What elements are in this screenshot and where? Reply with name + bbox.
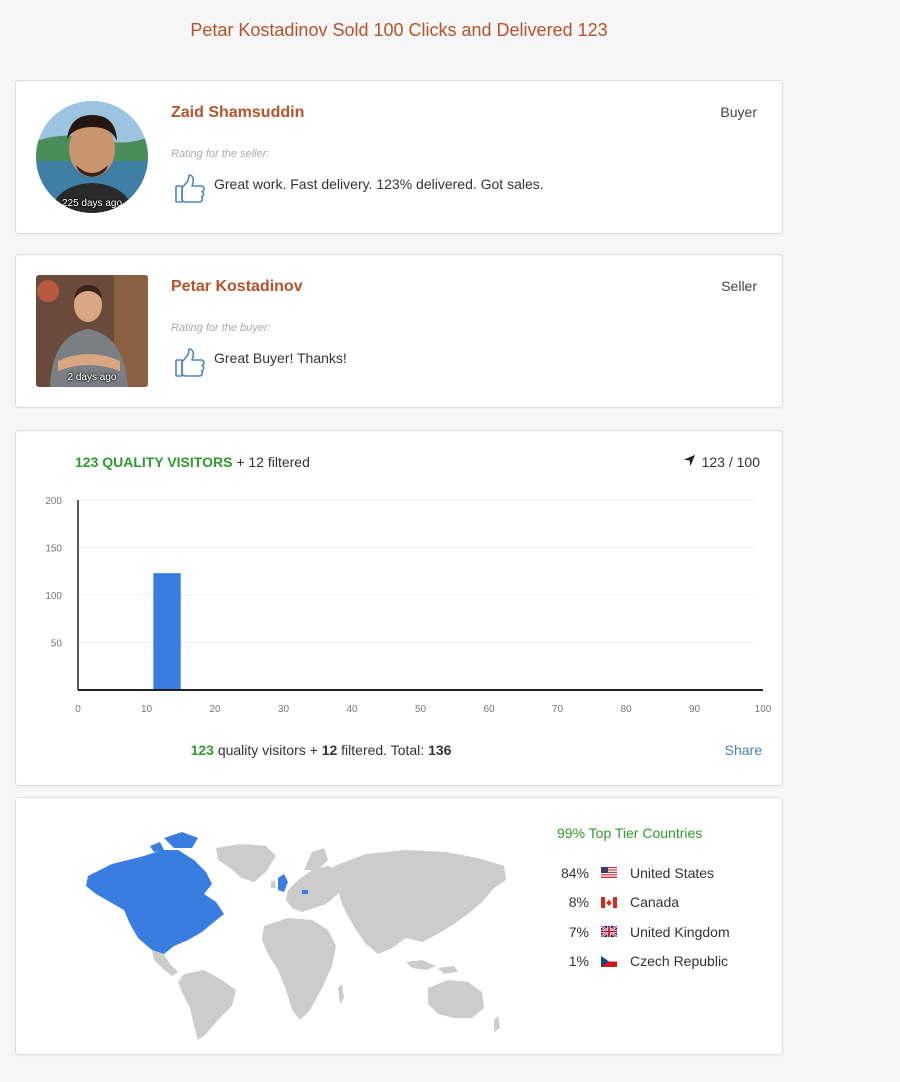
map-africa bbox=[262, 918, 336, 1020]
seller-avatar[interactable]: 2 days ago bbox=[36, 275, 148, 387]
summary-quality-value: 123 bbox=[190, 742, 214, 758]
country-name: United States bbox=[630, 864, 715, 881]
quality-visitors-label: 123 QUALITY VISITORS bbox=[75, 454, 233, 470]
reviewer-role: Seller bbox=[721, 278, 757, 294]
country-row: 8% Canada bbox=[551, 888, 730, 918]
country-name: Czech Republic bbox=[630, 953, 729, 970]
summary-filtered-text: filtered. Total: bbox=[341, 742, 425, 758]
thumbs-up-icon bbox=[174, 347, 206, 384]
map-czech bbox=[302, 890, 308, 894]
review-age: 2 days ago bbox=[67, 372, 117, 383]
map-uk bbox=[278, 874, 288, 892]
map-new-zealand bbox=[494, 1016, 500, 1032]
summary-total-value: 136 bbox=[428, 742, 452, 758]
cz-flag-icon bbox=[601, 955, 617, 967]
review-age: 225 days ago bbox=[61, 198, 123, 209]
map-scandinavia bbox=[304, 848, 328, 870]
gb-flag-icon bbox=[601, 926, 617, 938]
visitors-summary: 123 quality visitors + 12 filtered. Tota… bbox=[16, 742, 626, 758]
summary-quality-text: quality visitors + bbox=[217, 742, 318, 758]
world-map bbox=[86, 832, 506, 1040]
y-tick-label: 200 bbox=[45, 496, 62, 507]
country-percent: 84% bbox=[560, 864, 589, 881]
reviewer-name[interactable]: Zaid Shamsuddin bbox=[171, 104, 304, 122]
country-name: Canada bbox=[630, 894, 680, 911]
y-tick-label: 150 bbox=[45, 544, 62, 555]
review-text: Great Buyer! Thanks! bbox=[214, 350, 347, 366]
ca-flag-icon bbox=[601, 896, 617, 908]
x-tick-label: 80 bbox=[620, 704, 632, 715]
x-tick-label: 90 bbox=[689, 704, 701, 715]
filtered-label: + 12 filtered bbox=[236, 454, 310, 470]
rating-subtitle: Rating for the seller: bbox=[171, 148, 270, 160]
reviewer-name[interactable]: Petar Kostadinov bbox=[171, 278, 303, 296]
x-tick-label: 40 bbox=[346, 704, 358, 715]
summary-filtered-value: 12 bbox=[321, 742, 338, 758]
x-tick-label: 0 bbox=[75, 704, 81, 715]
location-arrow-icon bbox=[683, 454, 696, 470]
x-tick-label: 50 bbox=[415, 704, 427, 715]
chart-bar bbox=[153, 573, 181, 690]
map-south-america bbox=[178, 970, 236, 1040]
country-percent: 1% bbox=[568, 953, 589, 970]
buyer-avatar[interactable]: 225 days ago bbox=[36, 101, 148, 213]
reviewer-role: Buyer bbox=[720, 104, 757, 120]
x-tick-label: 20 bbox=[209, 704, 221, 715]
y-tick-label: 50 bbox=[51, 639, 63, 650]
map-asia bbox=[334, 850, 506, 954]
country-row: 7% United Kingdom bbox=[551, 917, 730, 947]
rating-subtitle: Rating for the buyer: bbox=[171, 322, 271, 334]
x-tick-label: 10 bbox=[141, 704, 153, 715]
country-list: 84% United States 8% Canada 7% United Ki… bbox=[551, 858, 730, 976]
review-card-buyer: 225 days ago Zaid Shamsuddin Buyer Ratin… bbox=[15, 80, 783, 234]
x-tick-label: 70 bbox=[552, 704, 564, 715]
visitors-card: 123 QUALITY VISITORS + 12 filtered 123 /… bbox=[15, 430, 783, 786]
country-percent: 7% bbox=[568, 923, 589, 940]
review-text: Great work. Fast delivery. 123% delivere… bbox=[214, 176, 544, 192]
thumbs-up-icon bbox=[174, 173, 206, 210]
map-australia bbox=[428, 980, 484, 1018]
top-tier-title: 99% Top Tier Countries bbox=[557, 825, 703, 841]
x-tick-label: 100 bbox=[755, 704, 772, 715]
map-north-america bbox=[86, 850, 224, 954]
us-flag-icon bbox=[601, 867, 617, 879]
map-central-america bbox=[152, 950, 178, 976]
delivered-count-value: 123 / 100 bbox=[701, 454, 760, 470]
country-row: 84% United States bbox=[551, 858, 730, 888]
country-percent: 8% bbox=[568, 894, 589, 911]
geo-card: 99% Top Tier Countries 84% United States… bbox=[15, 797, 783, 1055]
delivered-count: 123 / 100 bbox=[683, 454, 760, 470]
visitors-header: 123 QUALITY VISITORS + 12 filtered bbox=[75, 454, 310, 470]
map-madagascar bbox=[338, 984, 344, 1004]
visitors-chart: 50 100 150 200 0 10 20 30 40 50 60 70 80 90 100 bbox=[45, 496, 772, 715]
map-greenland bbox=[216, 844, 276, 882]
review-card-seller: 2 days ago Petar Kostadinov Seller Ratin… bbox=[15, 254, 783, 408]
x-tick-label: 60 bbox=[483, 704, 495, 715]
x-tick-label: 30 bbox=[278, 704, 290, 715]
map-indonesia bbox=[406, 960, 458, 974]
country-name: United Kingdom bbox=[630, 923, 730, 940]
map-ireland bbox=[271, 880, 276, 888]
y-tick-label: 100 bbox=[45, 591, 62, 602]
country-row: 1% Czech Republic bbox=[551, 947, 730, 977]
share-link[interactable]: Share bbox=[725, 742, 762, 758]
page-title: Petar Kostadinov Sold 100 Clicks and Del… bbox=[190, 20, 608, 40]
map-canada-islands bbox=[150, 832, 198, 852]
